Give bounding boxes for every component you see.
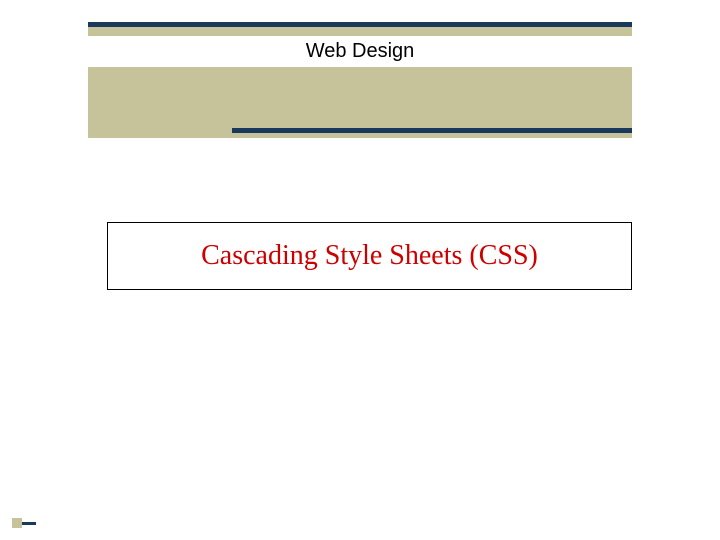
header-top-accent-line [88,22,632,27]
main-title-box: Cascading Style Sheets (CSS) [107,222,632,290]
footer-line-icon [22,522,36,525]
header-title: Web Design [88,36,632,67]
main-title-text: Cascading Style Sheets (CSS) [201,240,538,272]
header-bottom-accent-line [232,128,632,133]
footer-square-icon [12,518,22,528]
footer-marker [12,518,36,528]
